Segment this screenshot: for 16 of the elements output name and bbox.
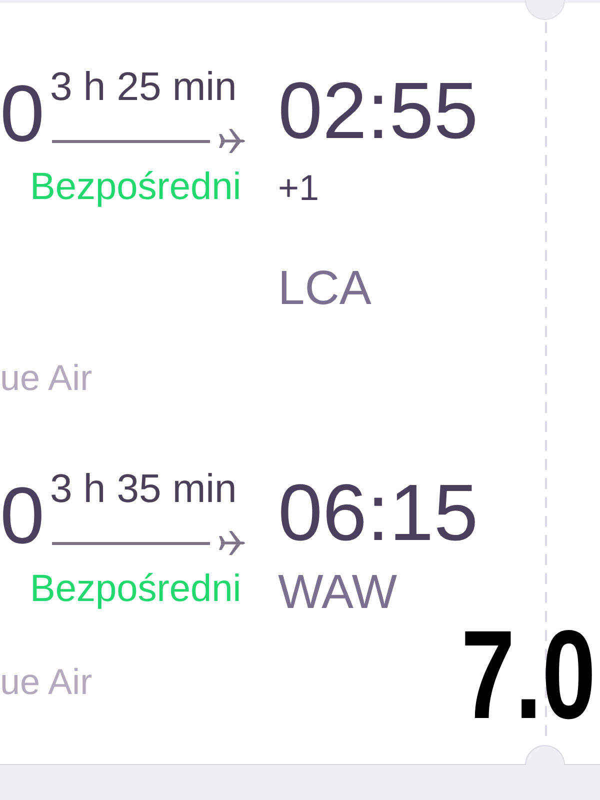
stops-label: Bezpośredni xyxy=(30,567,242,611)
arrival-airport-code: LCA xyxy=(278,262,372,316)
airplane-icon xyxy=(218,128,247,154)
arrival-airport-code: WAW xyxy=(278,566,398,620)
departure-time: 0 xyxy=(0,74,44,154)
airplane-icon xyxy=(218,530,247,556)
arrival-time: 06:15 xyxy=(278,473,478,553)
airline-name: ue Air xyxy=(0,357,92,399)
flight-duration: 3 h 25 min xyxy=(50,64,237,110)
arrival-time: 02:55 xyxy=(278,71,478,151)
departure-time: 0 xyxy=(0,476,44,556)
flight-duration: 3 h 35 min xyxy=(50,466,237,512)
overlay-number: 7.0 xyxy=(461,612,596,738)
next-day-indicator: +1 xyxy=(278,168,320,208)
stops-label: Bezpośredni xyxy=(30,165,242,209)
airline-name: ue Air xyxy=(0,661,92,703)
